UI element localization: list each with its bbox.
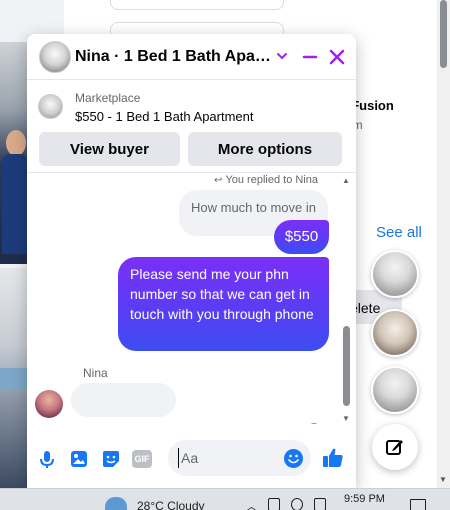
gif-icon[interactable]: GIF [132, 450, 152, 468]
chat-header: Nina · 1 Bed 1 Bath Apartm... [27, 34, 356, 80]
chevron-up-icon[interactable]: ︿ [246, 498, 257, 510]
message-input[interactable] [178, 448, 278, 468]
scroll-up-icon[interactable]: ▲ [342, 176, 350, 185]
sender-avatar[interactable] [35, 390, 63, 418]
see-all-link[interactable]: See all [376, 224, 422, 241]
windows-taskbar: 28°C Cloudy ︿ 9:59 PM [0, 488, 450, 510]
network-icon[interactable] [268, 498, 280, 510]
weather-icon[interactable] [105, 497, 127, 510]
weather-text[interactable]: 28°C Cloudy [137, 499, 205, 510]
message-input-field[interactable] [168, 440, 311, 476]
microphone-icon[interactable] [36, 448, 58, 470]
chat-window: Nina · 1 Bed 1 Bath Apartm... Marketplac… [27, 34, 356, 488]
listing-title[interactable]: $550 - 1 Bed 1 Bath Apartment [75, 109, 254, 124]
chat-head-avatar[interactable] [371, 309, 419, 357]
scroll-down-icon[interactable]: ▼ [439, 475, 447, 484]
listing-thumbnail[interactable] [38, 94, 63, 119]
background-card [110, 0, 284, 10]
clock[interactable]: 9:59 PM [344, 493, 385, 505]
marketplace-banner: Marketplace $550 - 1 Bed 1 Bath Apartmen… [27, 81, 356, 173]
outgoing-message[interactable]: Please send me your phn number so that w… [118, 257, 329, 351]
replied-text: You replied to Nina [225, 174, 318, 186]
contact-avatar[interactable] [39, 41, 71, 73]
view-buyer-button[interactable]: View buyer [39, 132, 180, 166]
message-composer: GIF [27, 434, 356, 484]
background-photo-room [0, 268, 30, 488]
sender-name: Nina [83, 366, 108, 380]
compose-icon [386, 440, 403, 455]
message-list: ↩ You replied to Nina How much to move in… [27, 174, 356, 424]
replied-indicator: ↩ You replied to Nina [214, 174, 318, 186]
outgoing-message[interactable]: $550 [274, 220, 329, 254]
emoji-icon[interactable] [283, 448, 304, 469]
sticker-icon[interactable] [100, 448, 122, 470]
chat-head-avatar[interactable] [371, 366, 419, 414]
photo-icon[interactable] [68, 448, 90, 470]
chat-title[interactable]: Nina · 1 Bed 1 Bath Apartm... [75, 48, 275, 66]
more-options-button[interactable]: More options [188, 132, 342, 166]
seen-avatar [308, 423, 320, 424]
reply-arrow-icon: ↩ [214, 175, 223, 186]
typing-indicator [71, 383, 176, 417]
page-scrollbar[interactable]: ▼ [437, 0, 450, 488]
new-message-button[interactable] [372, 424, 418, 470]
notifications-icon[interactable] [410, 499, 426, 510]
marketplace-label: Marketplace [75, 91, 141, 105]
background-photo-people [0, 42, 30, 264]
chevron-down-icon[interactable] [275, 47, 289, 65]
thumbs-up-icon[interactable] [321, 446, 345, 470]
scroll-down-icon[interactable]: ▼ [342, 414, 350, 423]
close-icon[interactable] [327, 47, 347, 67]
minimize-icon[interactable] [301, 48, 319, 66]
message-scrollbar[interactable]: ▲ ▼ [342, 176, 351, 423]
scrollbar-thumb[interactable] [440, 0, 447, 68]
scrollbar-thumb[interactable] [343, 326, 350, 406]
chat-head-avatar[interactable] [371, 250, 419, 298]
battery-icon[interactable] [314, 498, 326, 510]
speaker-icon[interactable] [291, 498, 303, 510]
